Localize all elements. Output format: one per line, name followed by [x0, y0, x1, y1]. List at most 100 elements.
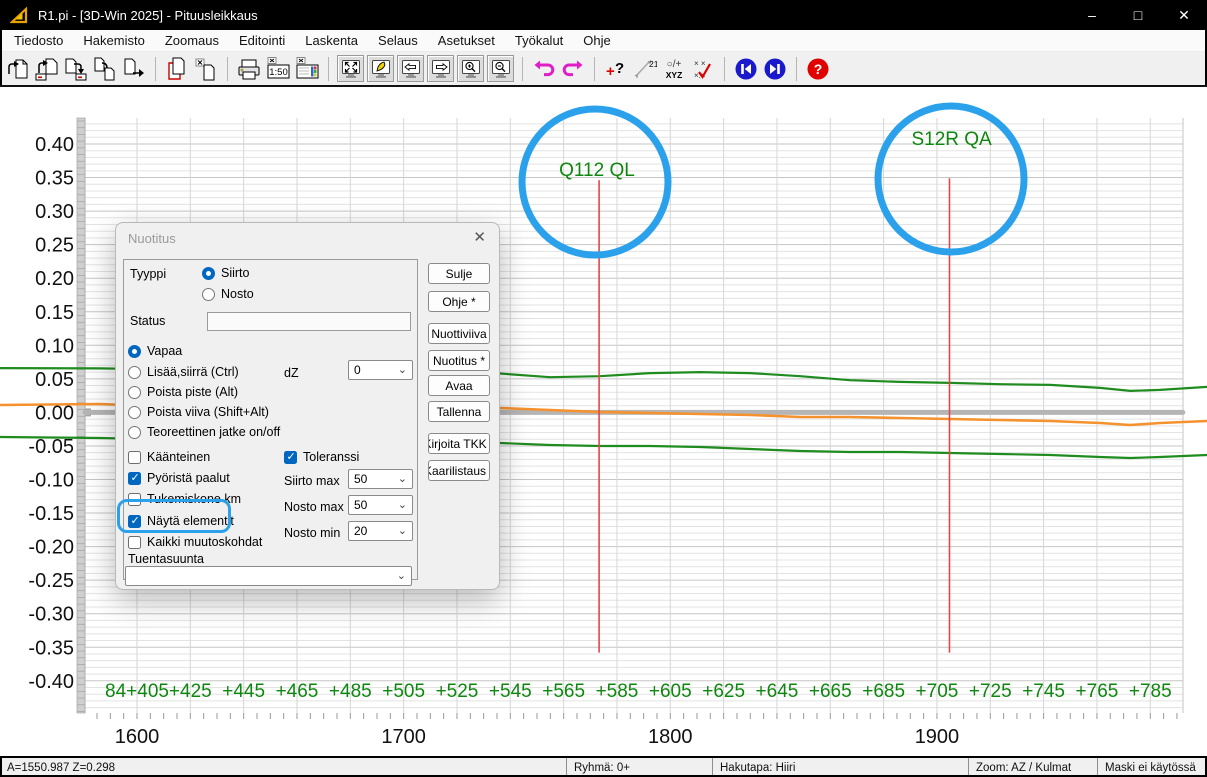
zoom-extents-button[interactable]	[337, 55, 364, 82]
next-element-button[interactable]	[762, 55, 788, 82]
radio-poista-viiva[interactable]: Poista viiva (Shift+Alt)	[128, 404, 269, 420]
station-label: +705	[916, 681, 959, 702]
radio-lisaa-siirra[interactable]: Lisää,siirrä (Ctrl)	[128, 364, 239, 380]
page-setup-icon[interactable]	[294, 55, 320, 82]
convert-file-icon[interactable]	[92, 55, 118, 82]
zoom-out-button[interactable]	[487, 55, 514, 82]
radio-indicator	[128, 366, 141, 379]
copy-file-icon[interactable]	[164, 55, 190, 82]
checkbox-nayta-elementit[interactable]: Näytä elementit	[128, 513, 234, 529]
y-tick-label: -0.30	[28, 604, 74, 626]
nuottiviiva-button[interactable]: Nuottiviiva	[428, 323, 490, 344]
secondary-axis-label: 1600	[115, 726, 160, 748]
kaarilistaus-button[interactable]: Kaarilistaus *	[428, 460, 490, 481]
save-file-icon[interactable]	[63, 55, 89, 82]
menu-ohje[interactable]: Ohje	[573, 31, 620, 50]
station-label: +665	[809, 681, 852, 702]
dz-combo[interactable]: 0 ⌄	[348, 360, 413, 380]
open-file-format-icon[interactable]	[34, 55, 60, 82]
profile-view-canvas[interactable]: Q112 QLS12R QA0.400.350.300.250.200.150.…	[0, 85, 1207, 756]
menu-hakemisto[interactable]: Hakemisto	[73, 31, 154, 50]
kirjoita-tkk-button[interactable]: Kirjoita TKK *	[428, 433, 490, 454]
secondary-axis-label: 1800	[648, 726, 693, 748]
scale-icon[interactable]: 1:50	[265, 55, 291, 82]
menu-selaus[interactable]: Selaus	[368, 31, 428, 50]
radio-vapaa[interactable]: Vapaa	[128, 343, 182, 359]
menu-zoomaus[interactable]: Zoomaus	[155, 31, 229, 50]
y-tick-label: 0.30	[35, 201, 74, 223]
undo-button[interactable]	[531, 55, 557, 82]
y-tick-label: -0.15	[28, 503, 74, 525]
checkbox-kaanteinen[interactable]: Käänteinen	[128, 449, 210, 465]
station-label: +625	[702, 681, 745, 702]
toolbar-separator	[328, 57, 329, 81]
radio-teoreettinen-jatke[interactable]: Teoreettinen jatke on/off	[128, 424, 280, 440]
coordinate-calc-icon[interactable]: ○/+ XYZ	[661, 55, 687, 82]
tuentasuunta-label: Tuentasuunta	[128, 552, 204, 566]
menu-tyokalut[interactable]: Työkalut	[505, 31, 573, 50]
menu-asetukset[interactable]: Asetukset	[428, 31, 505, 50]
pan-right-button[interactable]	[427, 55, 454, 82]
point-info-icon[interactable]: + ?	[603, 55, 629, 82]
toolbar-separator	[227, 57, 228, 81]
station-label: 84+405	[105, 681, 169, 702]
y-tick-label: 0.35	[35, 168, 74, 190]
tallenna-button[interactable]: Tallenna	[428, 401, 490, 422]
radio-indicator	[202, 267, 215, 280]
pan-left-button[interactable]	[397, 55, 424, 82]
close-button[interactable]: ✕	[1161, 0, 1207, 30]
radio-nosto[interactable]: Nosto	[202, 286, 254, 302]
station-label: +565	[542, 681, 585, 702]
radio-poista-piste[interactable]: Poista piste (Alt)	[128, 384, 238, 400]
status-bar: A=1550.987 Z=0.298 Ryhmä: 0+ Hakutapa: H…	[0, 756, 1207, 777]
menu-tiedosto[interactable]: Tiedosto	[4, 31, 73, 50]
radio-siirto[interactable]: Siirto	[202, 265, 249, 281]
status-zoom-mode: Zoom: AZ / Kulmat	[968, 758, 1097, 777]
menu-bar: Tiedosto Hakemisto Zoomaus Editointi Las…	[0, 30, 1207, 52]
title-bar: R1.pi - [3D-Win 2025] - Pituusleikkaus –…	[0, 0, 1207, 30]
station-label: +785	[1129, 681, 1172, 702]
y-tick-label: 0.25	[35, 235, 74, 257]
nosto-min-combo[interactable]: 20 ⌄	[348, 521, 413, 541]
help-button[interactable]: ?	[805, 55, 831, 82]
siirto-max-combo[interactable]: 50 ⌄	[348, 469, 413, 489]
checkbox-pyorista-paalut[interactable]: Pyöristä paalut	[128, 470, 230, 486]
ohje-button[interactable]: Ohje *	[428, 291, 490, 312]
radio-indicator	[128, 345, 141, 358]
maximize-button[interactable]: □	[1115, 0, 1161, 30]
checkbox-tukemiskone-km[interactable]: Tukemiskone km	[128, 491, 241, 507]
approve-points-icon[interactable]: × × ×.×	[690, 55, 716, 82]
avaa-button[interactable]: Avaa	[428, 375, 490, 396]
open-file-icon[interactable]	[5, 55, 31, 82]
zoom-in-button[interactable]	[457, 55, 484, 82]
status-label: Status	[130, 314, 165, 328]
checkbox-toleranssi[interactable]: Toleranssi	[284, 449, 359, 465]
print-icon[interactable]	[236, 55, 262, 82]
export-file-icon[interactable]	[121, 55, 147, 82]
station-label: +465	[276, 681, 319, 702]
y-tick-label: -0.10	[28, 470, 74, 492]
tyyppi-label: Tyyppi	[130, 267, 166, 281]
checkbox-kaikki-muutoskohdat[interactable]: Kaikki muutoskohdat	[128, 534, 262, 550]
menu-editointi[interactable]: Editointi	[229, 31, 295, 50]
tuentasuunta-combo[interactable]: ⌄	[125, 566, 412, 586]
y-tick-label: -0.05	[28, 436, 74, 458]
line-info-icon[interactable]: 21	[632, 55, 658, 82]
menu-laskenta[interactable]: Laskenta	[295, 31, 368, 50]
station-label: +505	[382, 681, 425, 702]
sulje-button[interactable]: Sulje	[428, 263, 490, 284]
pen-button[interactable]	[367, 55, 394, 82]
y-tick-label: 0.05	[35, 369, 74, 391]
nosto-max-combo[interactable]: 50 ⌄	[348, 495, 413, 515]
nosto-max-label: Nosto max	[284, 500, 344, 514]
minimize-button[interactable]: –	[1069, 0, 1115, 30]
nuotitus-button[interactable]: Nuotitus *	[428, 350, 490, 371]
station-label: +585	[596, 681, 639, 702]
previous-element-button[interactable]	[733, 55, 759, 82]
redo-button[interactable]	[560, 55, 586, 82]
close-file-icon[interactable]	[193, 55, 219, 82]
station-label: +745	[1022, 681, 1065, 702]
nosto-min-label: Nosto min	[284, 526, 340, 540]
dialog-close-icon[interactable]: ✕	[473, 228, 486, 246]
status-field[interactable]	[207, 312, 411, 331]
